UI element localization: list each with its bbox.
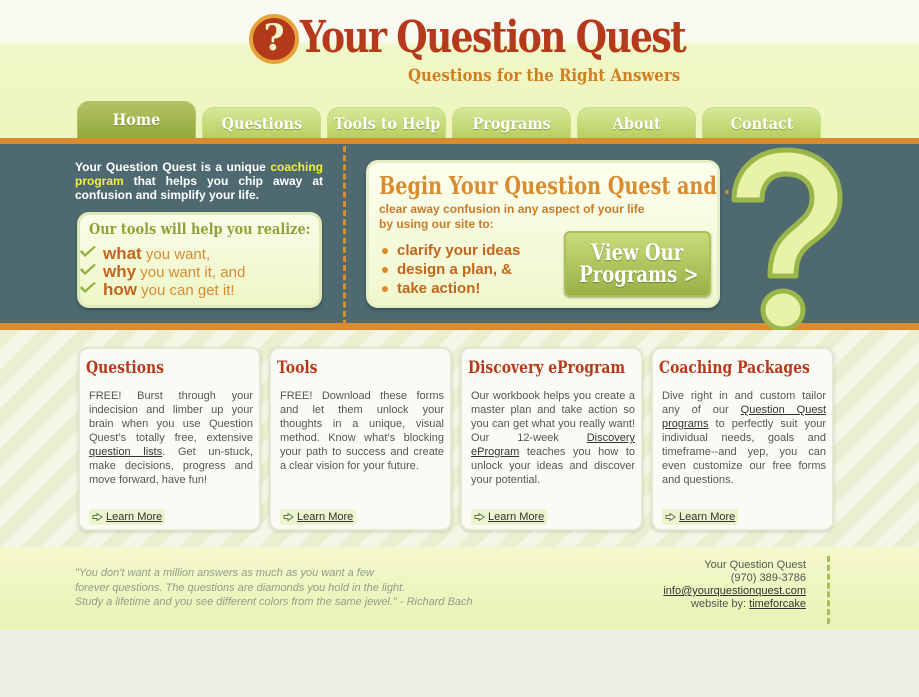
card-title[interactable]: Discovery eProgram <box>468 358 625 378</box>
card-text: FREE! Burst through your indecision and … <box>89 390 253 444</box>
learn-more-label: Learn More <box>106 511 163 523</box>
bullet-item: clarify your ideas <box>381 241 520 260</box>
tab-label: Home <box>112 110 161 129</box>
arrow-right-icon <box>474 513 485 521</box>
email-link[interactable]: info@yourquestionquest.com <box>663 585 806 597</box>
tab-programs[interactable]: Programs <box>452 107 571 138</box>
tab-tools-to-help[interactable]: Tools to Help <box>327 107 446 138</box>
website-by-label: website by: <box>691 598 750 610</box>
tab-contact[interactable]: Contact <box>702 107 821 138</box>
tab-about[interactable]: About <box>577 107 696 138</box>
quest-box: Begin Your Question Quest and ... clear … <box>366 160 744 308</box>
checkmark-icon <box>80 282 96 293</box>
tools-box: Our tools will help you realize: what yo… <box>77 212 322 308</box>
tab-home[interactable]: Home <box>77 101 196 138</box>
tab-label: Questions <box>221 114 302 133</box>
tools-item-rest: you want it, and <box>136 264 246 281</box>
learn-more-label: Learn More <box>679 511 736 523</box>
tools-item-rest: you want, <box>141 246 211 263</box>
checkmark-icon <box>80 264 96 275</box>
card-coaching-packages: Coaching Packages Dive right in and cust… <box>651 347 834 531</box>
tab-label: Tools to Help <box>333 114 441 133</box>
learn-more-label: Learn More <box>297 511 354 523</box>
learn-more-label: Learn More <box>488 511 545 523</box>
button-line: Programs > <box>579 262 699 288</box>
site-tagline: Questions for the Right Answers <box>408 66 681 86</box>
tools-item-rest: you can get it! <box>137 282 235 299</box>
card-title[interactable]: Tools <box>277 358 318 378</box>
tab-label: Programs <box>472 114 551 133</box>
tools-item: what you want, <box>80 244 211 263</box>
tools-item-bold: why <box>103 262 137 281</box>
intro-part: Your Question Quest is a unique <box>75 160 271 174</box>
question-lists-link[interactable]: question lists <box>89 446 162 458</box>
quote-line: Study a lifetime and you see different c… <box>75 596 473 608</box>
company-name: Your Question Quest <box>704 559 806 571</box>
bullet-item: design a plan, & <box>381 260 520 279</box>
card-tools: Tools FREE! Download these forms and let… <box>269 347 452 531</box>
footer-contact: Your Question Quest (970) 389-3786 info@… <box>540 559 806 611</box>
phone-number: (970) 389-3786 <box>730 572 806 584</box>
card-title[interactable]: Questions <box>86 358 164 378</box>
intro-text: Your Question Quest is a unique coaching… <box>75 160 323 202</box>
footer-quote: "You don't want a million answers as muc… <box>75 566 545 610</box>
arrow-right-icon <box>665 513 676 521</box>
card-discovery-eprogram: Discovery eProgram Our workbook helps yo… <box>460 347 643 531</box>
timeforcake-link[interactable]: timeforcake <box>749 598 806 610</box>
card-title[interactable]: Coaching Packages <box>659 358 810 378</box>
logo-question-icon[interactable]: ? <box>249 14 299 64</box>
question-mark-icon <box>731 147 843 332</box>
learn-more-link[interactable]: Learn More <box>662 509 739 525</box>
quest-subtitle: clear away confusion in any aspect of yo… <box>379 202 645 231</box>
tab-questions[interactable]: Questions <box>202 107 321 138</box>
tab-label: Contact <box>730 114 793 133</box>
quest-bullets: clarify your ideas design a plan, & take… <box>381 241 520 298</box>
tab-label: About <box>612 114 661 133</box>
card-questions: Questions FREE! Burst through your indec… <box>78 347 261 531</box>
learn-more-link[interactable]: Learn More <box>89 509 166 525</box>
quote-line: forever questions. The questions are dia… <box>75 581 406 594</box>
card-body: FREE! Download these forms and let them … <box>280 389 444 473</box>
card-body: Our workbook helps you create a master p… <box>471 389 635 487</box>
card-body: Dive right in and custom tailor any of o… <box>662 389 826 487</box>
card-body: FREE! Burst through your indecision and … <box>89 389 253 487</box>
arrow-right-icon <box>92 513 103 521</box>
learn-more-link[interactable]: Learn More <box>471 509 548 525</box>
quote-line: "You don't want a million answers as muc… <box>75 567 374 579</box>
tools-item: how you can get it! <box>80 280 235 299</box>
tools-heading: Our tools will help you realize: <box>89 220 311 238</box>
dashed-divider <box>343 146 346 326</box>
arrow-right-icon <box>283 513 294 521</box>
footer-dashed-divider <box>827 556 830 624</box>
card-text: FREE! Download these forms and let them … <box>280 390 444 472</box>
bullet-item: take action! <box>381 279 520 298</box>
site-title[interactable]: Your Question Quest <box>300 12 687 63</box>
view-programs-button[interactable]: View Our Programs > <box>564 231 711 297</box>
tools-item-bold: how <box>103 280 137 299</box>
checkmark-icon <box>80 246 96 257</box>
tools-item: why you want it, and <box>80 262 246 281</box>
quest-title: Begin Your Question Quest and ... <box>379 171 744 200</box>
button-line: View Our <box>591 240 684 266</box>
tools-item-bold: what <box>103 244 142 263</box>
learn-more-link[interactable]: Learn More <box>280 509 357 525</box>
